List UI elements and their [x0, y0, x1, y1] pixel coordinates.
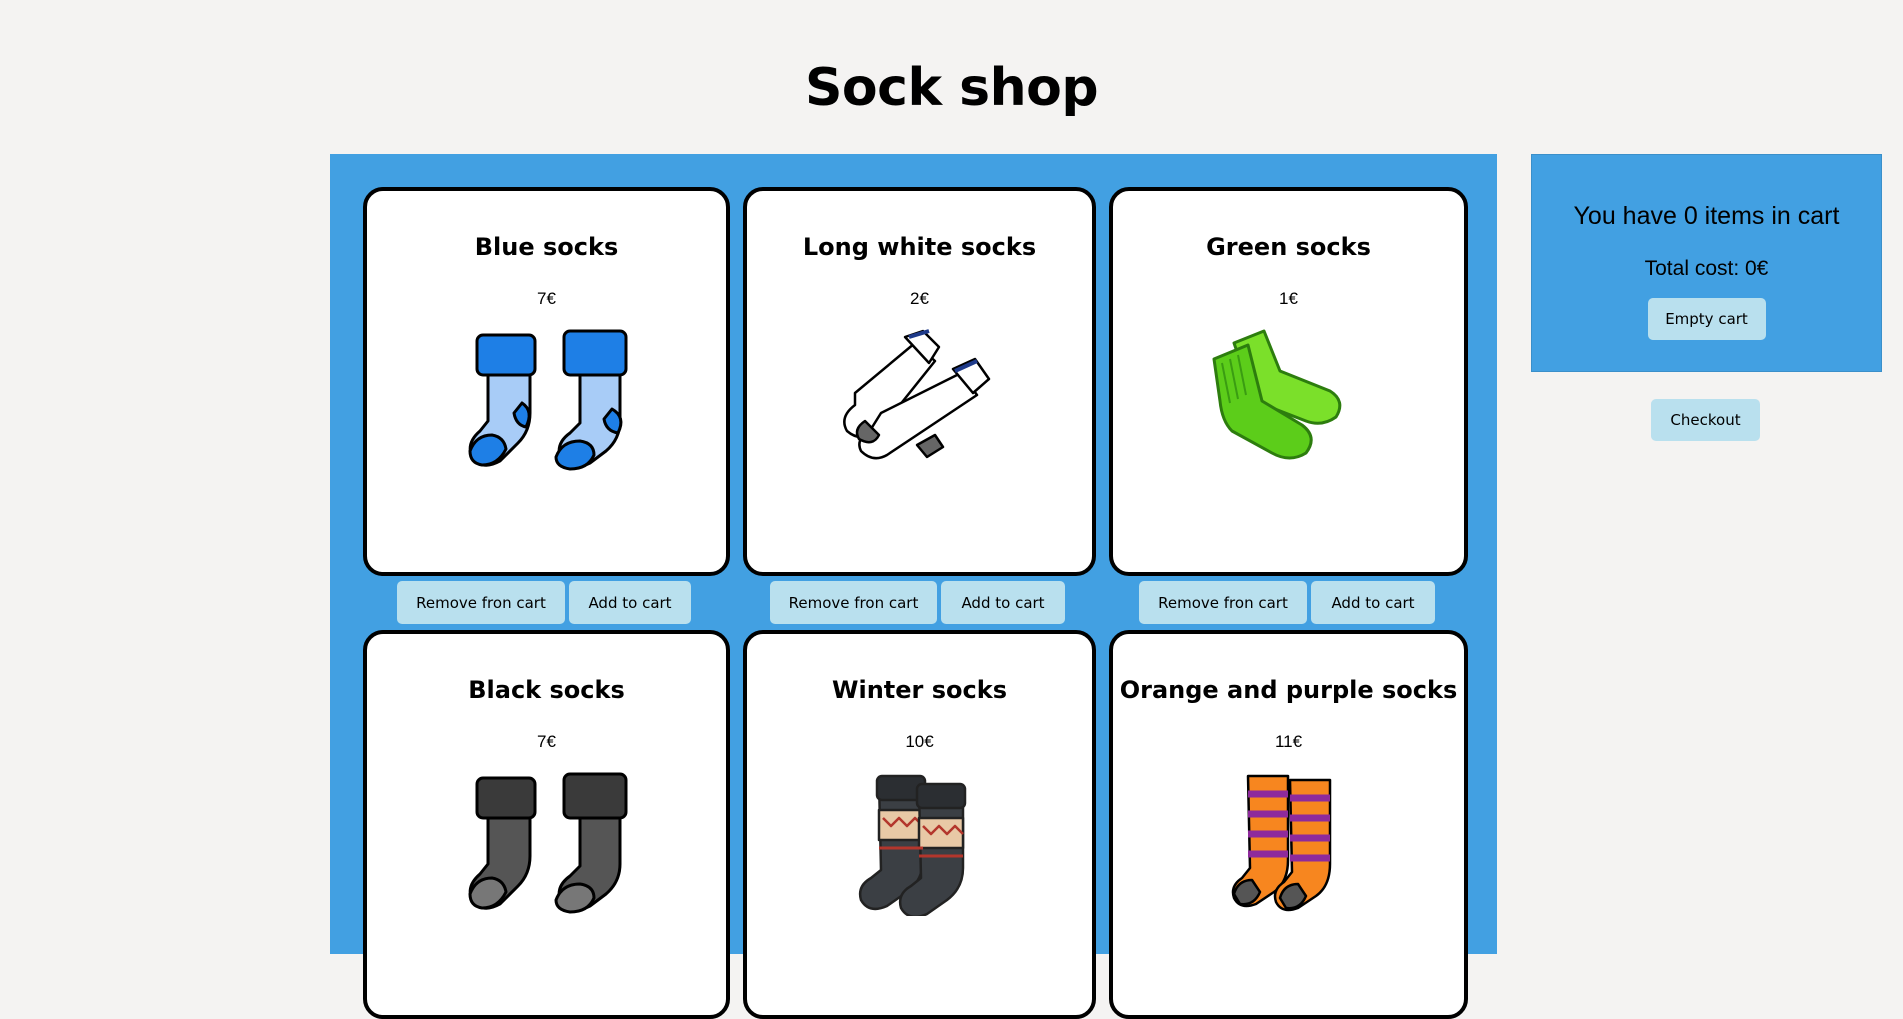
cart-item-count: You have 0 items in cart	[1573, 202, 1840, 230]
product-card-black-socks: Black socks 7€	[363, 630, 730, 1019]
product-price: 2€	[910, 289, 929, 308]
product-name: Blue socks	[474, 233, 619, 261]
page-title: Sock shop	[804, 58, 1099, 118]
product-card-long-white-socks: Long white socks 2€	[743, 187, 1096, 576]
product-card-orange-and-purple-socks: Orange and purple socks 11€	[1109, 630, 1468, 1019]
remove-from-cart-button[interactable]: Remove fron cart	[1139, 581, 1307, 624]
product-price: 7€	[537, 732, 556, 751]
blue-socks-image	[468, 329, 627, 471]
add-to-cart-button[interactable]: Add to cart	[569, 581, 691, 624]
product-name: Green socks	[1206, 233, 1371, 261]
product-card-green-socks: Green socks 1€	[1109, 187, 1468, 576]
product-price: 10€	[905, 732, 934, 751]
empty-cart-button[interactable]: Empty cart	[1647, 298, 1766, 340]
product-grid: Blue socks 7€ Remove fron cart Add to ca…	[330, 154, 1497, 1019]
cart-summary-panel: You have 0 items in cart Total cost: 0€ …	[1531, 154, 1882, 372]
add-to-cart-button[interactable]: Add to cart	[941, 581, 1065, 624]
black-socks-image	[468, 772, 627, 914]
product-name: Winter socks	[832, 676, 1007, 704]
orange-and-purple-socks-image	[1231, 774, 1331, 912]
checkout-button[interactable]: Checkout	[1651, 399, 1760, 441]
winter-socks-image	[858, 774, 966, 916]
remove-from-cart-button[interactable]: Remove fron cart	[397, 581, 565, 624]
product-price: 1€	[1279, 289, 1298, 308]
long-white-socks-image	[842, 329, 990, 460]
green-socks-image	[1212, 329, 1341, 460]
remove-from-cart-button[interactable]: Remove fron cart	[770, 581, 937, 624]
product-card-blue-socks: Blue socks 7€	[363, 187, 730, 576]
product-price: 7€	[537, 289, 556, 308]
product-name: Long white socks	[802, 233, 1037, 261]
add-to-cart-button[interactable]: Add to cart	[1311, 581, 1435, 624]
product-name: Black socks	[468, 676, 625, 704]
product-price: 11€	[1274, 732, 1303, 751]
product-card-winter-socks: Winter socks 10€	[743, 630, 1096, 1019]
product-name: Orange and purple socks	[1119, 676, 1458, 704]
cart-total-cost: Total cost: 0€	[1644, 257, 1769, 280]
